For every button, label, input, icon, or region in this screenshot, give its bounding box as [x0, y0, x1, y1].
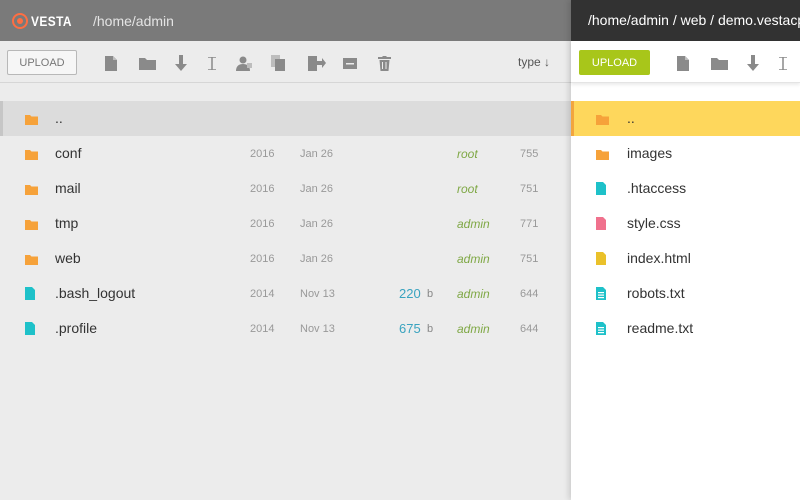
file-year: 2016: [250, 253, 275, 265]
folder-icon: [25, 147, 38, 165]
left-topbar: VESTA /home/admin: [0, 0, 571, 41]
file-owner: admin: [457, 287, 490, 301]
file-date: Nov 13: [300, 288, 335, 300]
folder-icon: [25, 182, 38, 200]
file-owner: admin: [457, 322, 490, 336]
download-icon[interactable]: [172, 54, 190, 72]
permissions-icon[interactable]: [235, 54, 253, 72]
text-file-icon: [596, 322, 606, 340]
upload-button-active[interactable]: UPLOAD: [579, 50, 650, 75]
copy-icon[interactable]: [269, 54, 287, 72]
file-size-unit: b: [427, 288, 434, 300]
file-name: .htaccess: [627, 180, 687, 196]
rename-icon[interactable]: [203, 54, 221, 72]
file-permissions: 751: [520, 183, 539, 195]
list-item[interactable]: readme.txt: [571, 311, 800, 346]
upload-button[interactable]: UPLOAD: [7, 50, 77, 75]
file-permissions: 755: [520, 148, 539, 160]
rename-icon[interactable]: [774, 54, 792, 72]
file-year: 2014: [250, 288, 275, 300]
left-toolbar: UPLOAD: [0, 41, 571, 83]
css-file-icon: [596, 217, 606, 235]
left-file-list: .. conf 2016 Jan 26 root 755 mail 2016 J…: [0, 101, 571, 346]
file-owner: root: [457, 147, 478, 161]
new-folder-icon[interactable]: [138, 54, 156, 72]
list-item[interactable]: conf 2016 Jan 26 root 755: [0, 136, 571, 171]
file-date: Nov 13: [300, 323, 335, 335]
list-item[interactable]: web 2016 Jan 26 admin 751: [0, 241, 571, 276]
right-pane: /home/admin / web / demo.vestacp.com UPL…: [571, 0, 800, 500]
file-name: conf: [55, 145, 82, 161]
file-permissions: 771: [520, 218, 539, 230]
file-permissions: 751: [520, 253, 539, 265]
file-icon: [25, 322, 35, 340]
list-item[interactable]: robots.txt: [571, 276, 800, 311]
file-permissions: 644: [520, 288, 539, 300]
folder-icon: [25, 252, 38, 270]
file-icon: [25, 287, 35, 305]
file-name: images: [627, 145, 673, 161]
list-item[interactable]: .htaccess: [571, 171, 800, 206]
file-name: ..: [55, 110, 63, 126]
file-size: 220: [399, 286, 421, 301]
folder-icon: [25, 217, 38, 235]
file-name: readme.txt: [627, 320, 694, 336]
file-year: 2016: [250, 148, 275, 160]
file-name: web: [55, 250, 81, 266]
file-name: tmp: [55, 215, 79, 231]
file-date: Jan 26: [300, 183, 334, 195]
file-name: robots.txt: [627, 285, 685, 301]
right-file-list: .. images .htaccess style.css index.html: [571, 101, 800, 346]
list-item[interactable]: index.html: [571, 241, 800, 276]
file-owner: admin: [457, 252, 490, 266]
list-item[interactable]: tmp 2016 Jan 26 admin 771: [0, 206, 571, 241]
vesta-logo[interactable]: VESTA: [12, 12, 79, 30]
archive-icon[interactable]: [341, 54, 359, 72]
file-name: mail: [55, 180, 81, 196]
left-pane: VESTA /home/admin UPLOAD type ↓ .. conf …: [0, 0, 571, 500]
list-item[interactable]: ..: [571, 101, 800, 136]
list-item[interactable]: images: [571, 136, 800, 171]
new-folder-icon[interactable]: [710, 54, 728, 72]
file-name: ..: [627, 110, 635, 126]
file-name: index.html: [627, 250, 691, 266]
file-owner: admin: [457, 217, 490, 231]
logo-text: VESTA: [31, 13, 72, 29]
file-year: 2014: [250, 323, 275, 335]
delete-icon[interactable]: [375, 54, 393, 72]
right-topbar: /home/admin / web / demo.vestacp.com: [571, 0, 800, 41]
list-item[interactable]: ..: [0, 101, 571, 136]
new-file-icon[interactable]: [102, 54, 120, 72]
file-year: 2016: [250, 218, 275, 230]
list-item[interactable]: .profile 2014 Nov 13 675 b admin 644: [0, 311, 571, 346]
text-file-icon: [596, 287, 606, 305]
right-path: /home/admin / web / demo.vestacp.com: [588, 12, 800, 28]
file-name: .bash_logout: [55, 285, 136, 301]
left-path: /home/admin: [93, 13, 174, 29]
file-name: .profile: [55, 320, 98, 336]
folder-icon: [596, 112, 609, 130]
folder-icon: [25, 112, 38, 130]
file-size-unit: b: [427, 323, 434, 335]
new-file-icon[interactable]: [674, 54, 692, 72]
download-icon[interactable]: [744, 54, 762, 72]
file-permissions: 644: [520, 323, 539, 335]
html-file-icon: [596, 252, 606, 270]
right-toolbar: UPLOAD: [571, 41, 800, 83]
file-year: 2016: [250, 183, 275, 195]
file-name: style.css: [627, 215, 681, 231]
list-item[interactable]: mail 2016 Jan 26 root 751: [0, 171, 571, 206]
list-item[interactable]: .bash_logout 2014 Nov 13 220 b admin 644: [0, 276, 571, 311]
list-item[interactable]: style.css: [571, 206, 800, 241]
folder-icon: [596, 147, 609, 165]
file-size: 675: [399, 321, 421, 336]
move-icon[interactable]: [308, 54, 326, 72]
file-date: Jan 26: [300, 148, 334, 160]
file-icon: [596, 182, 606, 200]
vesta-logo-icon: [12, 13, 28, 29]
sort-by-type[interactable]: type ↓: [518, 55, 550, 69]
file-date: Jan 26: [300, 253, 334, 265]
file-date: Jan 26: [300, 218, 334, 230]
file-owner: root: [457, 182, 478, 196]
